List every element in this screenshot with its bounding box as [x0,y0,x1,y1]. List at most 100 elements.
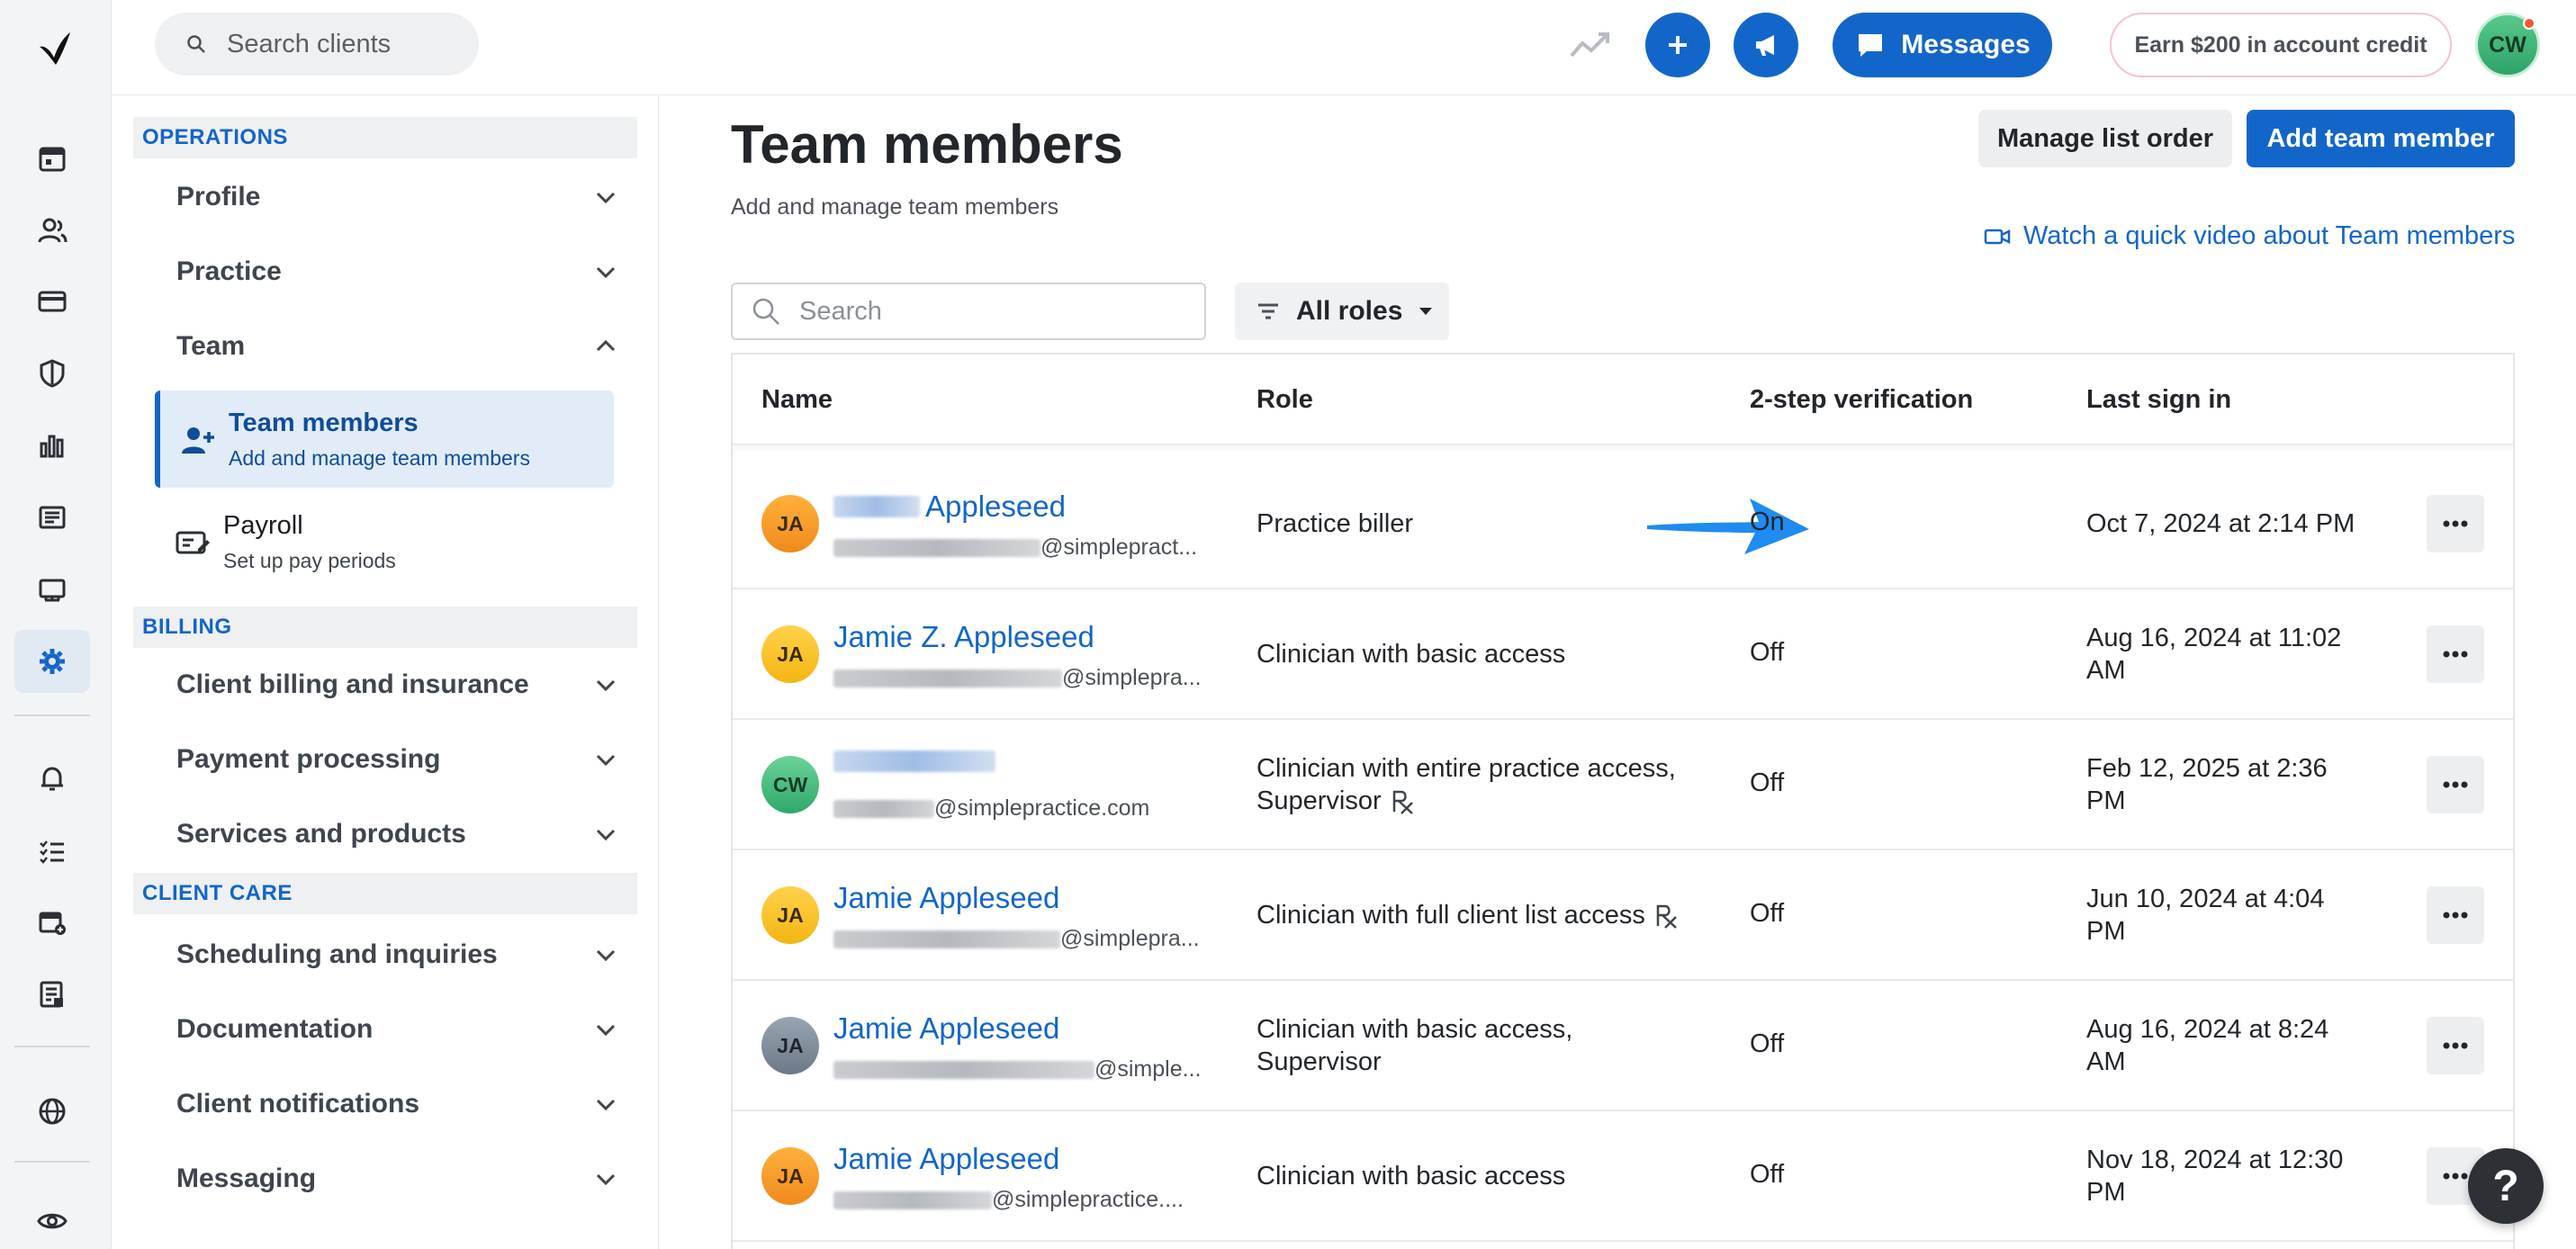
add-team-member-button[interactable]: Add team member [2247,110,2515,167]
member-avatar: JA [761,495,819,553]
insurance-shield-icon[interactable] [14,342,90,405]
nav-practice[interactable]: Practice [133,240,637,303]
more-actions-button[interactable] [2427,886,2484,944]
roles-filter-dropdown[interactable]: All roles [1235,283,1449,340]
watch-video-link[interactable]: Watch a quick video about Team members [1984,221,2515,251]
table-row[interactable]: JA Jamie Appleseed @simplepractice.... C… [733,1111,2513,1242]
nav-label: Client notifications [176,1089,419,1119]
last-sign-in: Oct 7, 2024 at 2:14 PM [2086,508,2355,540]
analytics-icon[interactable] [14,414,90,477]
clients-icon[interactable] [14,199,90,262]
member-name-link[interactable]: Jamie Appleseed [833,1142,1059,1176]
nav-profile[interactable]: Profile [133,166,637,229]
announcements-button[interactable] [1734,13,1798,77]
reports-icon[interactable] [14,486,90,549]
earn-credit-label: Earn $200 in account credit [2134,31,2427,58]
search-clients-placeholder: Search clients [227,29,392,58]
nav-client-notifications[interactable]: Client notifications [133,1073,637,1136]
nav-team-members[interactable]: Team members Add and manage team members [155,391,614,488]
nav-payroll[interactable]: Payroll Set up pay periods [155,493,614,590]
member-name-link[interactable]: Appleseed [833,490,1066,524]
table-row[interactable]: CW @simplepractice.com Clinician with en… [733,720,2513,850]
requests-calendar-icon[interactable] [14,891,90,954]
page-subtitle: Add and manage team members [731,194,1059,220]
nav-scheduling[interactable]: Scheduling and inquiries [133,923,637,986]
nav-label: Documentation [176,1014,374,1044]
nav-label: Services and products [176,819,466,849]
more-actions-button[interactable] [2427,625,2484,683]
role-line1: Clinician with full client list access [1256,901,1645,930]
member-avatar: JA [761,1147,819,1205]
header-name[interactable]: Name [761,385,833,415]
notification-dot [2523,17,2535,30]
ellipsis-icon [2443,912,2468,919]
table-row[interactable]: JA Jamie Z. Appleseed @simplepra... Clin… [733,589,2513,720]
earn-credit-button[interactable]: Earn $200 in account credit [2110,13,2452,77]
header-verification[interactable]: 2-step verification [1750,385,1973,415]
header-role[interactable]: Role [1256,385,1313,415]
globe-icon[interactable] [14,1080,90,1143]
table-row[interactable]: JA Jamie Appleseed @simplepra... Clinici… [733,850,2513,981]
verification-status: Off [1750,638,1785,667]
member-avatar: CW [761,756,819,813]
member-name-link[interactable]: Jamie Appleseed [833,1011,1059,1046]
more-actions-button[interactable] [2427,1017,2484,1074]
chevron-down-icon [596,829,616,841]
search-icon [752,298,779,325]
redacted-text [833,799,934,818]
last-sign-in: Nov 18, 2024 at 12:30 PM [2086,1144,2343,1209]
watch-video-label: Watch a quick video about Team members [2023,221,2516,250]
member-role: Clinician with basic access [1256,638,1565,670]
nav-payment-processing[interactable]: Payment processing [133,728,637,791]
help-button[interactable]: ? [2468,1148,2544,1224]
nav-messaging[interactable]: Messaging [133,1147,637,1210]
calendar-icon[interactable] [14,127,90,190]
more-actions-button[interactable] [2427,495,2484,553]
role-line1: Clinician with basic access [1256,640,1566,669]
nav-services-products[interactable]: Services and products [133,803,637,866]
signin-line2: PM [2086,1178,2126,1207]
messages-button[interactable]: Messages [1833,13,2052,77]
caret-down-icon [1419,308,1433,315]
notifications-bell-icon[interactable] [14,747,90,810]
messages-label: Messages [1901,30,2031,59]
quick-add-button[interactable] [1645,13,1710,77]
member-email-domain: @simple... [1094,1056,1202,1082]
role-line2: Supervisor [1256,1047,1382,1076]
manage-list-order-button[interactable]: Manage list order [1978,110,2232,167]
nav-label: Payment processing [176,744,441,774]
chevron-down-icon [596,1024,616,1037]
more-actions-button[interactable] [2427,756,2484,813]
nav-documentation[interactable]: Documentation [133,998,637,1061]
nav-label: Profile [176,182,261,211]
billing-card-icon[interactable] [14,270,90,333]
simplepractice-logo[interactable] [32,27,76,70]
trend-chart-icon[interactable] [1568,25,1611,65]
member-name-link[interactable]: Jamie Appleseed [833,881,1059,915]
verification-status: Off [1750,899,1785,928]
marketplace-icon[interactable] [14,558,90,621]
table-row[interactable]: JA Jamie Appleseed @simple... Clinician … [733,981,2513,1111]
user-avatar[interactable]: CW [2475,13,2540,77]
nav-label: Messaging [176,1164,317,1193]
chevron-down-icon [596,1099,616,1111]
payroll-subtitle: Set up pay periods [223,549,396,572]
page-title: Team members [731,114,1123,175]
chevron-down-icon [596,1173,616,1186]
eye-icon[interactable] [14,1190,90,1249]
team-search-input[interactable]: Search [731,283,1206,340]
member-name-link[interactable] [833,750,1001,772]
member-name-link[interactable]: Jamie Z. Appleseed [833,620,1094,654]
nav-label: Client billing and insurance [176,669,529,699]
header-last-sign-in[interactable]: Last sign in [2086,385,2231,415]
search-clients-input[interactable]: Search clients [155,13,479,76]
nav-label: Scheduling and inquiries [176,939,498,969]
nav-team[interactable]: Team [133,315,637,378]
tasks-checklist-icon[interactable] [14,819,90,882]
settings-gear-icon[interactable] [14,630,90,693]
nav-client-billing[interactable]: Client billing and insurance [133,653,637,716]
payroll-title: Payroll [223,511,303,540]
chevron-down-icon [596,679,616,692]
table-row[interactable]: JA Appleseed @simplepract... Practice bi… [733,459,2513,589]
documents-icon[interactable] [14,963,90,1026]
